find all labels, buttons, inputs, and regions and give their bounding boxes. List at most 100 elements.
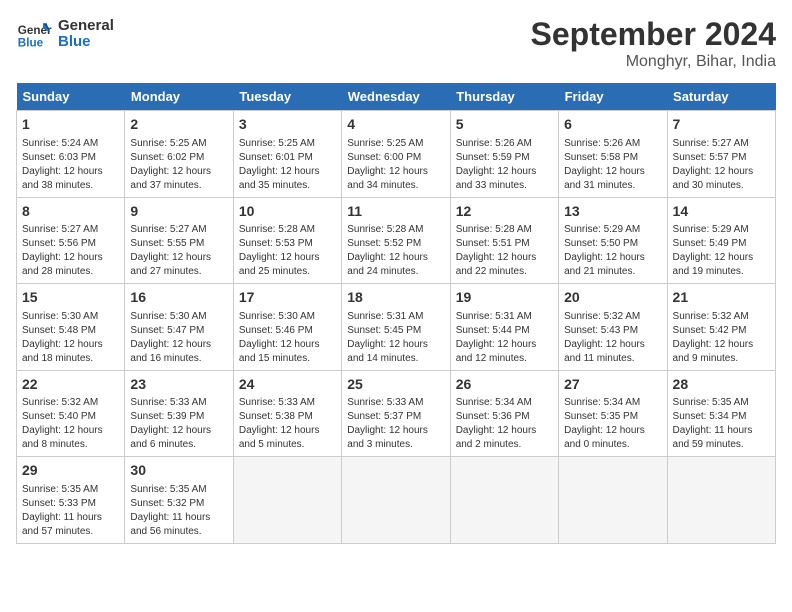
day-number: 5 <box>456 115 553 135</box>
calendar-cell: 22Sunrise: 5:32 AM Sunset: 5:40 PM Dayli… <box>17 370 125 457</box>
day-number: 26 <box>456 375 553 395</box>
day-number: 3 <box>239 115 336 135</box>
day-number: 4 <box>347 115 444 135</box>
day-info: Sunrise: 5:28 AM Sunset: 5:53 PM Dayligh… <box>239 223 336 279</box>
calendar-cell: 13Sunrise: 5:29 AM Sunset: 5:50 PM Dayli… <box>559 197 667 284</box>
day-number: 29 <box>22 461 119 481</box>
day-number: 7 <box>673 115 770 135</box>
calendar-cell <box>342 457 450 544</box>
calendar-week-4: 22Sunrise: 5:32 AM Sunset: 5:40 PM Dayli… <box>17 370 776 457</box>
day-info: Sunrise: 5:31 AM Sunset: 5:45 PM Dayligh… <box>347 310 444 366</box>
calendar-table: SundayMondayTuesdayWednesdayThursdayFrid… <box>16 83 776 544</box>
day-number: 1 <box>22 115 119 135</box>
day-number: 22 <box>22 375 119 395</box>
calendar-cell: 3Sunrise: 5:25 AM Sunset: 6:01 PM Daylig… <box>233 111 341 198</box>
column-header-wednesday: Wednesday <box>342 83 450 111</box>
day-info: Sunrise: 5:30 AM Sunset: 5:47 PM Dayligh… <box>130 310 227 366</box>
calendar-cell: 16Sunrise: 5:30 AM Sunset: 5:47 PM Dayli… <box>125 284 233 371</box>
calendar-cell: 19Sunrise: 5:31 AM Sunset: 5:44 PM Dayli… <box>450 284 558 371</box>
calendar-cell: 10Sunrise: 5:28 AM Sunset: 5:53 PM Dayli… <box>233 197 341 284</box>
calendar-cell: 9Sunrise: 5:27 AM Sunset: 5:55 PM Daylig… <box>125 197 233 284</box>
calendar-cell: 21Sunrise: 5:32 AM Sunset: 5:42 PM Dayli… <box>667 284 775 371</box>
day-number: 15 <box>22 288 119 308</box>
calendar-cell: 5Sunrise: 5:26 AM Sunset: 5:59 PM Daylig… <box>450 111 558 198</box>
day-info: Sunrise: 5:35 AM Sunset: 5:34 PM Dayligh… <box>673 396 770 452</box>
column-header-saturday: Saturday <box>667 83 775 111</box>
calendar-cell: 24Sunrise: 5:33 AM Sunset: 5:38 PM Dayli… <box>233 370 341 457</box>
day-info: Sunrise: 5:29 AM Sunset: 5:49 PM Dayligh… <box>673 223 770 279</box>
day-number: 8 <box>22 202 119 222</box>
column-header-friday: Friday <box>559 83 667 111</box>
day-info: Sunrise: 5:28 AM Sunset: 5:52 PM Dayligh… <box>347 223 444 279</box>
calendar-cell: 27Sunrise: 5:34 AM Sunset: 5:35 PM Dayli… <box>559 370 667 457</box>
day-info: Sunrise: 5:33 AM Sunset: 5:39 PM Dayligh… <box>130 396 227 452</box>
calendar-cell <box>450 457 558 544</box>
day-info: Sunrise: 5:25 AM Sunset: 6:00 PM Dayligh… <box>347 137 444 193</box>
day-info: Sunrise: 5:33 AM Sunset: 5:37 PM Dayligh… <box>347 396 444 452</box>
day-info: Sunrise: 5:35 AM Sunset: 5:32 PM Dayligh… <box>130 483 227 539</box>
calendar-cell: 30Sunrise: 5:35 AM Sunset: 5:32 PM Dayli… <box>125 457 233 544</box>
day-info: Sunrise: 5:34 AM Sunset: 5:36 PM Dayligh… <box>456 396 553 452</box>
calendar-week-1: 1Sunrise: 5:24 AM Sunset: 6:03 PM Daylig… <box>17 111 776 198</box>
day-number: 20 <box>564 288 661 308</box>
location: Monghyr, Bihar, India <box>531 53 776 71</box>
day-info: Sunrise: 5:27 AM Sunset: 5:55 PM Dayligh… <box>130 223 227 279</box>
day-number: 25 <box>347 375 444 395</box>
calendar-cell: 8Sunrise: 5:27 AM Sunset: 5:56 PM Daylig… <box>17 197 125 284</box>
calendar-cell: 2Sunrise: 5:25 AM Sunset: 6:02 PM Daylig… <box>125 111 233 198</box>
calendar-cell: 29Sunrise: 5:35 AM Sunset: 5:33 PM Dayli… <box>17 457 125 544</box>
day-info: Sunrise: 5:32 AM Sunset: 5:43 PM Dayligh… <box>564 310 661 366</box>
calendar-cell: 6Sunrise: 5:26 AM Sunset: 5:58 PM Daylig… <box>559 111 667 198</box>
calendar-week-3: 15Sunrise: 5:30 AM Sunset: 5:48 PM Dayli… <box>17 284 776 371</box>
day-number: 14 <box>673 202 770 222</box>
calendar-cell: 11Sunrise: 5:28 AM Sunset: 5:52 PM Dayli… <box>342 197 450 284</box>
calendar-cell <box>667 457 775 544</box>
day-number: 6 <box>564 115 661 135</box>
calendar-cell: 14Sunrise: 5:29 AM Sunset: 5:49 PM Dayli… <box>667 197 775 284</box>
calendar-cell: 17Sunrise: 5:30 AM Sunset: 5:46 PM Dayli… <box>233 284 341 371</box>
day-number: 19 <box>456 288 553 308</box>
column-header-thursday: Thursday <box>450 83 558 111</box>
day-info: Sunrise: 5:30 AM Sunset: 5:46 PM Dayligh… <box>239 310 336 366</box>
day-info: Sunrise: 5:28 AM Sunset: 5:51 PM Dayligh… <box>456 223 553 279</box>
day-number: 2 <box>130 115 227 135</box>
day-number: 9 <box>130 202 227 222</box>
logo-icon: General Blue <box>16 16 52 52</box>
title-block: September 2024 Monghyr, Bihar, India <box>531 16 776 71</box>
day-info: Sunrise: 5:32 AM Sunset: 5:40 PM Dayligh… <box>22 396 119 452</box>
day-number: 28 <box>673 375 770 395</box>
day-number: 12 <box>456 202 553 222</box>
day-number: 23 <box>130 375 227 395</box>
calendar-cell: 4Sunrise: 5:25 AM Sunset: 6:00 PM Daylig… <box>342 111 450 198</box>
calendar-cell: 1Sunrise: 5:24 AM Sunset: 6:03 PM Daylig… <box>17 111 125 198</box>
calendar-week-2: 8Sunrise: 5:27 AM Sunset: 5:56 PM Daylig… <box>17 197 776 284</box>
calendar-cell <box>233 457 341 544</box>
day-info: Sunrise: 5:24 AM Sunset: 6:03 PM Dayligh… <box>22 137 119 193</box>
day-number: 13 <box>564 202 661 222</box>
day-number: 24 <box>239 375 336 395</box>
calendar-cell: 25Sunrise: 5:33 AM Sunset: 5:37 PM Dayli… <box>342 370 450 457</box>
day-number: 21 <box>673 288 770 308</box>
calendar-cell: 7Sunrise: 5:27 AM Sunset: 5:57 PM Daylig… <box>667 111 775 198</box>
day-number: 17 <box>239 288 336 308</box>
calendar-cell: 18Sunrise: 5:31 AM Sunset: 5:45 PM Dayli… <box>342 284 450 371</box>
logo-general: General <box>58 18 114 35</box>
day-info: Sunrise: 5:25 AM Sunset: 6:02 PM Dayligh… <box>130 137 227 193</box>
day-number: 10 <box>239 202 336 222</box>
page-header: General Blue General Blue September 2024… <box>16 16 776 71</box>
day-info: Sunrise: 5:34 AM Sunset: 5:35 PM Dayligh… <box>564 396 661 452</box>
day-number: 18 <box>347 288 444 308</box>
calendar-cell <box>559 457 667 544</box>
day-number: 30 <box>130 461 227 481</box>
calendar-cell: 20Sunrise: 5:32 AM Sunset: 5:43 PM Dayli… <box>559 284 667 371</box>
calendar-cell: 15Sunrise: 5:30 AM Sunset: 5:48 PM Dayli… <box>17 284 125 371</box>
day-info: Sunrise: 5:26 AM Sunset: 5:58 PM Dayligh… <box>564 137 661 193</box>
month-title: September 2024 <box>531 16 776 53</box>
day-info: Sunrise: 5:26 AM Sunset: 5:59 PM Dayligh… <box>456 137 553 193</box>
day-info: Sunrise: 5:27 AM Sunset: 5:57 PM Dayligh… <box>673 137 770 193</box>
day-number: 27 <box>564 375 661 395</box>
column-header-monday: Monday <box>125 83 233 111</box>
column-header-sunday: Sunday <box>17 83 125 111</box>
day-number: 11 <box>347 202 444 222</box>
calendar-cell: 12Sunrise: 5:28 AM Sunset: 5:51 PM Dayli… <box>450 197 558 284</box>
